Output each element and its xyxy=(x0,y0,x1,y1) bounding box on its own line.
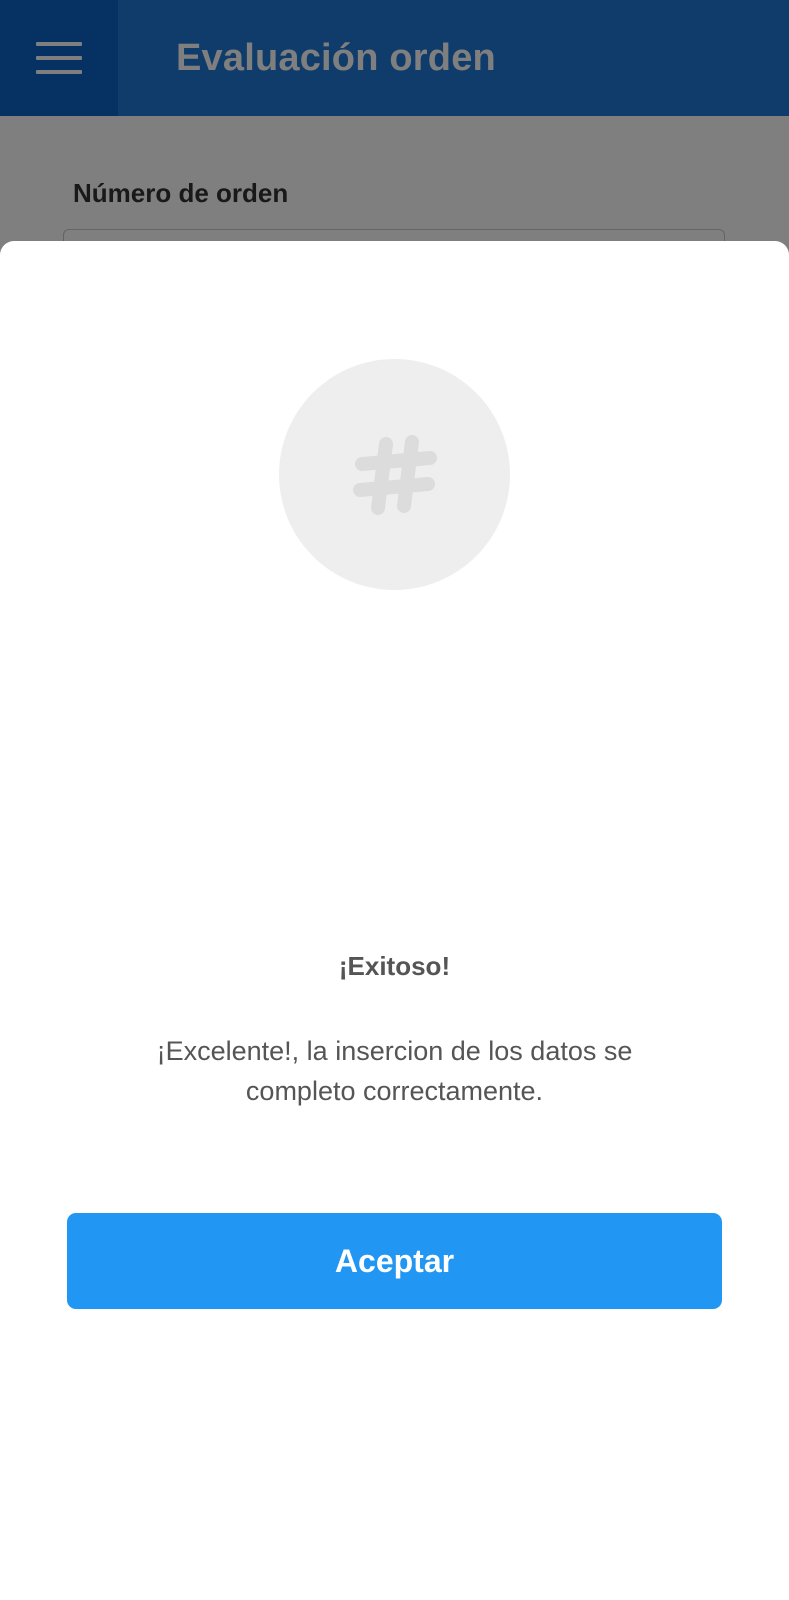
success-dialog: ¡Exitoso! ¡Excelente!, la insercion de l… xyxy=(0,241,789,1600)
success-icon-circle xyxy=(279,359,510,590)
dialog-title: ¡Exitoso! xyxy=(338,951,451,981)
hash-icon xyxy=(352,434,437,515)
screen: Evaluación orden Número de orden ¡Exitos… xyxy=(0,0,789,1600)
accept-button[interactable]: Aceptar xyxy=(67,1213,722,1309)
dialog-message: ¡Excelente!, la insercion de los datos s… xyxy=(156,1036,633,1106)
